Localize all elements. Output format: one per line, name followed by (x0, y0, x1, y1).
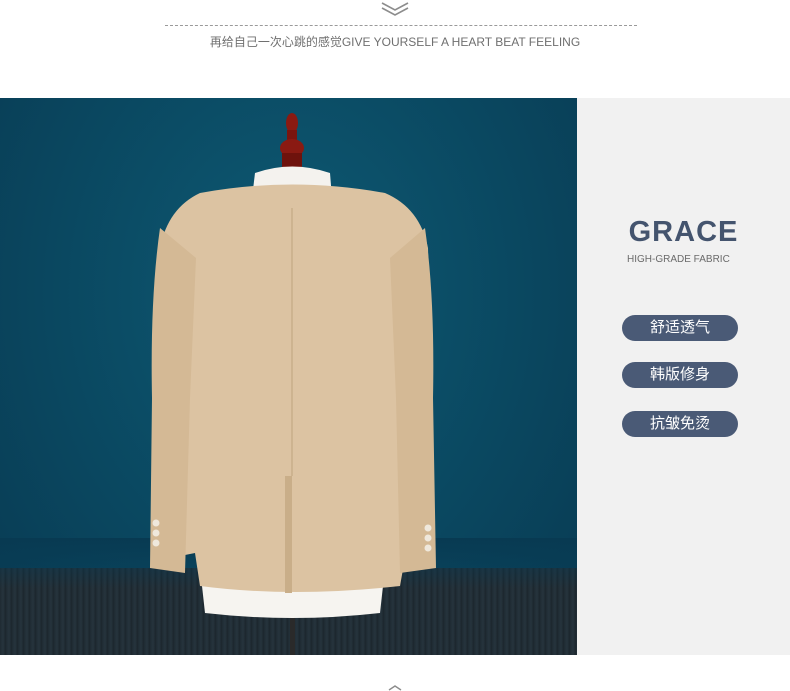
divider-line (165, 25, 637, 26)
feature-tag-slim-fit: 韩版修身 (622, 362, 738, 388)
feature-tag-breathable: 舒适透气 (622, 315, 738, 341)
feature-title: GRACE (628, 216, 739, 248)
next-section-header (0, 655, 790, 691)
feature-subtitle: HIGH-GRADE FABRIC (627, 254, 730, 265)
layers-icon (381, 2, 409, 16)
section-tagline: 再给自己一次心跳的感觉GIVE YOURSELF A HEART BEAT FE… (209, 35, 581, 49)
suit-jacket-illustration (150, 113, 436, 655)
section-header: 再给自己一次心跳的感觉GIVE YOURSELF A HEART BEAT FE… (0, 0, 790, 98)
feature-tag-wrinkle-free: 抗皱免烫 (622, 411, 738, 437)
layers-icon (388, 685, 402, 691)
product-photo (0, 98, 577, 655)
feature-panel: GRACE HIGH-GRADE FABRIC 舒适透气 韩版修身 抗皱免烫 (577, 98, 790, 655)
